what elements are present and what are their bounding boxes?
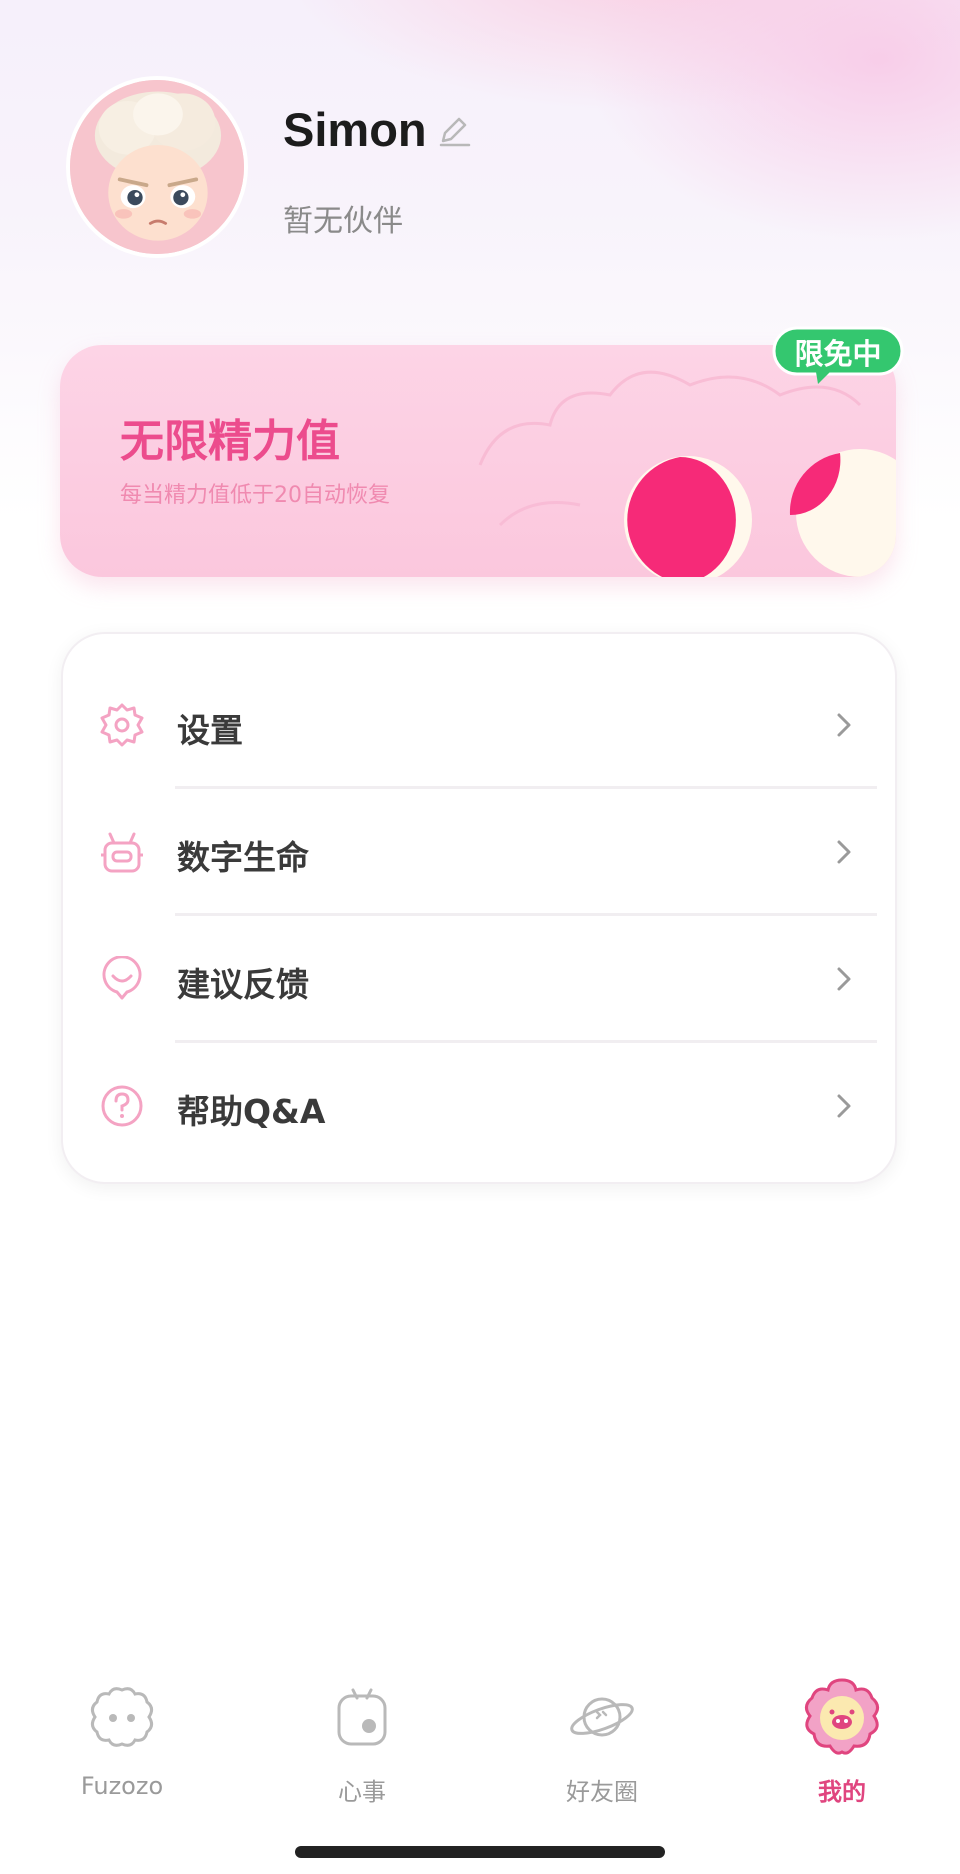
home-indicator[interactable] (295, 1846, 665, 1858)
menu-label-help: 帮助Q&A (177, 1092, 326, 1131)
chevron-right-icon (837, 1094, 851, 1118)
menu-item-feedback[interactable]: 建议反馈 (63, 916, 895, 1042)
avatar[interactable] (66, 76, 248, 258)
fluffy-face-icon (90, 1687, 154, 1747)
menu-label-digital-life: 数字生命 (177, 838, 309, 877)
menu-item-settings[interactable]: 设置 (63, 662, 895, 788)
unlimited-energy-card[interactable]: 无限精力值 每当精力值低于20自动恢复 (60, 345, 896, 577)
pencil-icon[interactable] (437, 113, 473, 149)
planet-icon (570, 1697, 634, 1737)
question-icon (101, 1085, 143, 1127)
username: Simon (283, 103, 427, 156)
tab-friends[interactable]: 好友圈 (522, 1682, 682, 1812)
menu-label-feedback: 建议反馈 (177, 965, 309, 1004)
mood-note-icon (337, 1688, 387, 1746)
tab-label-mine: 我的 (818, 1778, 866, 1806)
tab-label-fuzozo: Fuzozo (80, 1772, 164, 1800)
menu-item-digital-life[interactable]: 数字生命 (63, 789, 895, 915)
menu-item-help[interactable]: 帮助Q&A (63, 1043, 895, 1169)
chevron-right-icon (837, 967, 851, 991)
tab-label-mood: 心事 (338, 1778, 386, 1806)
energy-subtitle: 每当精力值低于20自动恢复 (120, 483, 390, 508)
smile-bubble-icon (102, 956, 142, 1000)
tab-mood[interactable]: 心事 (282, 1682, 442, 1812)
free-badge-label: 限免中 (794, 337, 882, 371)
partner-status: 暂无伙伴 (283, 204, 403, 239)
tab-mine[interactable]: 我的 (762, 1678, 922, 1812)
robot-icon (101, 832, 143, 873)
menu-label-settings: 设置 (177, 711, 243, 750)
gear-icon (100, 703, 144, 747)
menu-card: 设置 数字生命 建议反馈 帮助Q&A (61, 632, 897, 1184)
flower-face-icon (805, 1678, 879, 1755)
chevron-right-icon (837, 840, 851, 864)
tab-label-friends: 好友圈 (566, 1778, 638, 1806)
energy-title: 无限精力值 (120, 416, 340, 467)
chevron-right-icon (837, 713, 851, 737)
tab-fuzozo[interactable]: Fuzozo (42, 1682, 202, 1812)
